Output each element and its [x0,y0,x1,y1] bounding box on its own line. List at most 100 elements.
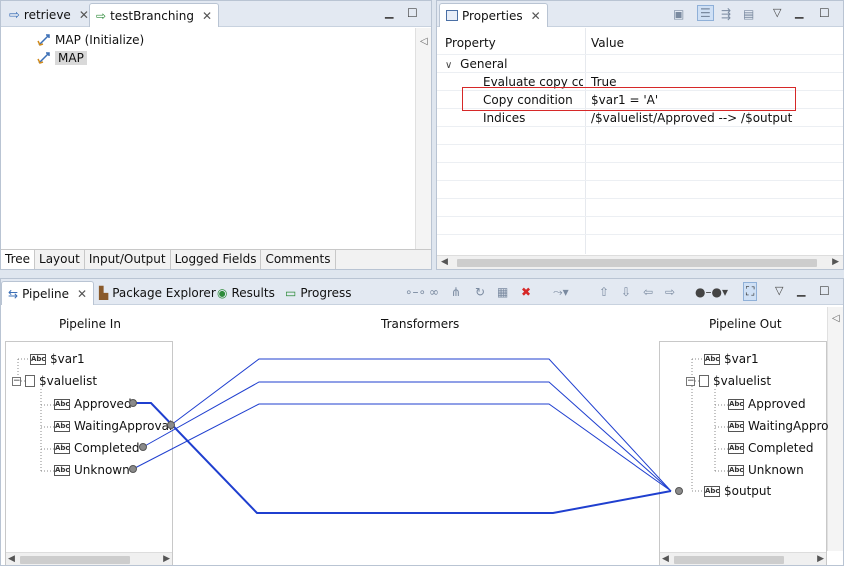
move-right-icon[interactable]: ⇨ [665,285,675,299]
restore-default-icon[interactable]: ▤ [743,7,754,21]
tree-item-label: MAP (Initialize) [55,33,145,47]
in-node-completed[interactable]: Abc Completed [54,439,139,457]
pipeline-out-header: Pipeline Out [709,317,782,331]
view-menu-icon[interactable]: ▽ [775,284,783,297]
in-node-var1[interactable]: Abc $var1 [30,350,85,368]
map-step-icon [37,33,51,47]
expand-all-icon[interactable]: ⛶ [743,282,758,301]
delete-icon[interactable]: ✖ [521,285,531,299]
out-node-unknown[interactable]: Abc Unknown [728,461,804,479]
maximize-icon[interactable]: ☐ [819,6,830,20]
tab-input-output[interactable]: Input/Output [85,250,171,269]
maximize-icon[interactable]: ☐ [407,6,418,20]
scroll-left-arrow-icon[interactable]: ◀ [8,554,15,564]
tree-connect-icon[interactable]: ⋔ [451,285,461,299]
connector-dot-approved[interactable] [129,399,137,407]
minimize-icon[interactable]: ▁ [795,6,803,19]
tab-tree[interactable]: Tree [1,250,36,269]
tree-item-map-initialize[interactable]: MAP (Initialize) [37,31,144,49]
close-icon[interactable]: ✕ [202,9,212,23]
tree-item-map[interactable]: MAP [37,49,87,67]
close-icon[interactable]: ✕ [77,287,87,301]
collapse-icon[interactable]: − [12,376,21,386]
tab-layout[interactable]: Layout [35,250,85,269]
move-up-icon[interactable]: ⇧ [599,285,609,299]
map-line-approved [133,402,672,514]
close-icon[interactable]: ✕ [79,8,89,22]
pipeline-in-horizontal-scrollbar[interactable]: ◀ ▶ [6,552,172,565]
grid-line [437,72,843,73]
tab-logged-fields[interactable]: Logged Fields [171,250,262,269]
in-node-waitingapproval[interactable]: Abc WaitingApproval [54,417,172,435]
editor-vertical-scrollbar[interactable]: ◁ [415,28,431,250]
string-icon: Abc [54,464,70,476]
transform-icon[interactable]: ⤳▾ [553,285,569,300]
tab-package-explorer[interactable]: ▙ Package Explorer [93,281,222,305]
scroll-left-arrow-icon[interactable]: ◀ [662,554,669,564]
out-node-waitingapproval[interactable]: Abc WaitingApprov [728,417,828,435]
pipeline-out-horizontal-scrollbar[interactable]: ◀ ▶ [660,552,826,565]
connector-dot-unknown[interactable] [129,465,137,473]
in-node-completed-label: Completed [74,441,140,455]
scroll-right-arrow-icon[interactable]: ▶ [817,554,824,564]
in-node-unknown[interactable]: Abc Unknown [54,461,130,479]
out-node-approved[interactable]: Abc Approved [728,395,806,413]
property-name-indices[interactable]: Indices [483,111,525,125]
out-node-var1[interactable]: Abc $var1 [704,350,759,368]
scroll-right-arrow-icon[interactable]: ▶ [832,257,839,267]
collapse-icon[interactable]: − [686,376,695,386]
filter-advanced-icon[interactable]: ⇶ [721,7,731,21]
out-node-valuelist[interactable]: − $valuelist [686,372,771,390]
connector-dot-waiting[interactable] [167,421,175,429]
grid-line [437,234,843,235]
scroll-left-arrow-icon[interactable]: ◀ [441,257,448,267]
chain-icon[interactable]: ∞ [429,285,439,299]
out-node-completed[interactable]: Abc Completed [728,439,813,457]
refresh-icon[interactable]: ↻ [475,285,485,299]
string-icon: Abc [728,464,744,476]
tab-pipeline-label: Pipeline [22,286,70,301]
grid-icon[interactable]: ▦ [497,285,508,299]
properties-column-divider [585,28,586,254]
group-general[interactable]: ∨ General [445,57,507,71]
properties-horizontal-scrollbar[interactable]: ◀ ▶ [437,255,843,269]
tab-retrieve[interactable]: ⇨ retrieve ✕ [3,3,95,27]
tab-progress[interactable]: ▭ Progress [279,281,358,305]
move-left-icon[interactable]: ⇦ [643,285,653,299]
in-node-approved[interactable]: Abc Approved [54,395,132,413]
column-header-value[interactable]: Value [591,36,624,50]
map-mode-icon[interactable]: ●–●▾ [695,285,728,299]
scroll-thumb[interactable] [674,556,784,564]
tab-pipeline[interactable]: ⇆ Pipeline ✕ [1,281,95,305]
tab-comments[interactable]: Comments [261,250,336,269]
tab-results[interactable]: ◉ Results [211,281,281,305]
flow-arrow-icon: ⇨ [9,7,20,23]
connector-dot-output[interactable] [675,487,683,495]
scroll-thumb[interactable] [20,556,130,564]
link-icon[interactable]: ∘–∘ [405,285,426,299]
scroll-left-arrow-icon[interactable]: ◁ [832,313,840,324]
property-value-indices[interactable]: /$valuelist/Approved --> /$output [591,111,792,125]
column-header-property[interactable]: Property [445,36,496,50]
minimize-icon[interactable]: ▁ [385,6,393,19]
minimize-icon[interactable]: ▁ [797,284,805,297]
scroll-thumb[interactable] [457,259,817,267]
tab-results-label: Results [231,286,275,300]
show-categories-icon[interactable]: ☰ [697,5,714,21]
tab-properties[interactable]: Properties ✕ [439,3,548,27]
maximize-icon[interactable]: ☐ [819,284,830,298]
close-icon[interactable]: ✕ [531,9,541,23]
document-icon [25,375,35,387]
in-node-valuelist[interactable]: − $valuelist [12,372,97,390]
scroll-left-arrow-icon[interactable]: ◁ [420,36,428,47]
scroll-right-arrow-icon[interactable]: ▶ [163,554,170,564]
pin-editor-icon[interactable]: ▣ [673,7,684,21]
document-icon [699,375,709,387]
pipeline-vertical-scrollbar[interactable]: ◁ [827,307,843,551]
view-menu-icon[interactable]: ▽ [773,6,781,19]
out-node-output[interactable]: Abc $output [704,482,771,500]
results-icon: ◉ [217,286,228,300]
connector-dot-completed[interactable] [139,443,147,451]
tab-testbranching[interactable]: ⇨ testBranching ✕ [89,3,220,27]
move-down-icon[interactable]: ⇩ [621,285,631,299]
